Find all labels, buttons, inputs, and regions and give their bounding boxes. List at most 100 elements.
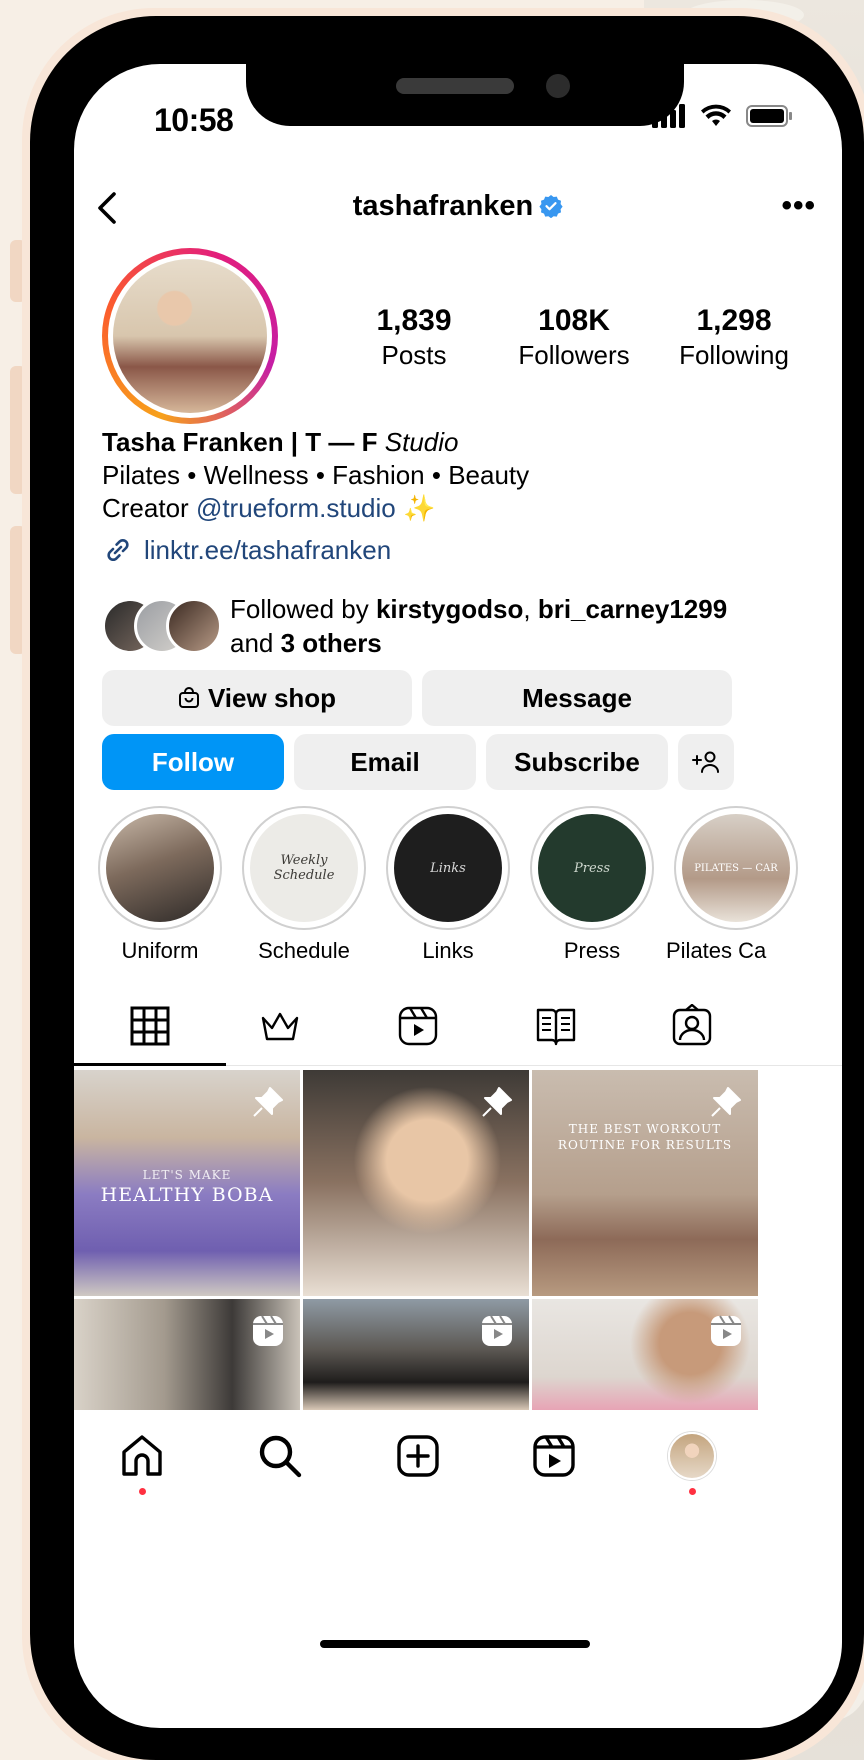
shopping-bag-icon xyxy=(178,687,199,708)
profile-display-name: Tasha Franken | T — F Studio xyxy=(102,426,802,459)
bio-handle-link[interactable]: @trueform.studio xyxy=(196,493,396,523)
view-shop-button[interactable]: View shop xyxy=(102,670,412,726)
post-tile[interactable] xyxy=(303,1070,529,1296)
verified-badge-icon xyxy=(539,195,563,218)
stat-label: Following xyxy=(679,340,789,370)
display-name-text: Tasha Franken | T — F xyxy=(102,427,378,457)
highlight-pilates[interactable]: PILATES — CAR Pilates Ca xyxy=(666,806,798,964)
reel-icon xyxy=(253,1315,283,1346)
link-icon xyxy=(107,538,129,562)
profile-nav-avatar[interactable] xyxy=(668,1432,716,1480)
highlight-cover: Links xyxy=(394,814,502,922)
highlight-cover: Weekly Schedule xyxy=(250,814,358,922)
follower-separator: , xyxy=(523,594,531,624)
post-overlay-small: LET'S MAKE xyxy=(142,1168,232,1182)
story-highlights: Uniform Weekly Schedule Schedule Links L… xyxy=(98,806,842,966)
profile-header: tashafranken ••• xyxy=(74,182,842,232)
more-options-icon[interactable]: ••• xyxy=(781,191,816,221)
view-shop-label: View shop xyxy=(207,682,337,713)
followed-by-prefix: Followed by xyxy=(230,594,369,624)
highlight-label: Press xyxy=(563,938,621,963)
reels-nav-icon[interactable] xyxy=(530,1432,578,1480)
highlight-schedule[interactable]: Weekly Schedule Schedule xyxy=(242,806,366,964)
bio-line-1: Pilates • Wellness • Fashion • Beauty xyxy=(102,460,530,490)
stat-value: 108K xyxy=(538,304,610,337)
avatar-image xyxy=(113,259,267,413)
status-time: 10:58 xyxy=(154,102,234,138)
pinned-icon xyxy=(711,1087,741,1117)
post-tile[interactable] xyxy=(74,1299,300,1410)
post-overlay-big: ROUTINE FOR RESULTS xyxy=(557,1138,733,1152)
stat-label: Posts xyxy=(381,340,447,370)
notch xyxy=(246,64,684,126)
highlight-press[interactable]: Press Press xyxy=(530,806,654,964)
guides-tab-icon[interactable] xyxy=(534,1004,578,1048)
post-overlay-big: HEALTHY BOBA xyxy=(100,1184,274,1206)
highlight-ring: Links xyxy=(386,806,510,930)
pinned-icon xyxy=(482,1087,512,1117)
sparkles-emoji: ✨ xyxy=(402,493,436,523)
home-icon[interactable] xyxy=(118,1432,166,1480)
post-tile[interactable] xyxy=(303,1299,529,1410)
highlight-ring xyxy=(98,806,222,930)
phone-frame: 10:58 tashafranken ••• 1,839 Posts 108K … xyxy=(22,8,864,1760)
email-button[interactable]: Email xyxy=(294,734,476,790)
bio-creator-text: Creator xyxy=(102,493,189,523)
home-indicator[interactable] xyxy=(320,1640,590,1648)
reel-icon xyxy=(482,1315,512,1346)
avatar-gap xyxy=(108,254,272,418)
highlight-cover xyxy=(106,814,214,922)
message-button[interactable]: Message xyxy=(422,670,732,726)
highlight-links[interactable]: Links Links xyxy=(386,806,510,964)
grid-tab-icon[interactable] xyxy=(128,1004,172,1048)
post-tile[interactable]: LET'S MAKE HEALTHY BOBA xyxy=(74,1070,300,1296)
front-camera xyxy=(546,74,570,98)
post-overlay-small: THE BEST WORKOUT xyxy=(568,1122,722,1136)
post-tile[interactable]: THE BEST WORKOUT ROUTINE FOR RESULTS xyxy=(532,1070,758,1296)
add-person-icon xyxy=(692,751,719,773)
search-icon[interactable] xyxy=(256,1432,304,1480)
link-text: linktr.ee/tashafranken xyxy=(144,534,392,565)
follower-avatar xyxy=(166,598,222,654)
highlight-ring: Press xyxy=(530,806,654,930)
username-text: tashafranken xyxy=(352,190,534,222)
followers-avatars xyxy=(102,598,222,656)
stat-label: Followers xyxy=(518,340,630,370)
subscriptions-crown-icon[interactable] xyxy=(258,1004,302,1048)
battery-icon xyxy=(746,105,792,127)
followed-by[interactable]: Followed by kirstygodso, bri_carney1299 … xyxy=(102,592,802,662)
create-post-icon[interactable] xyxy=(394,1432,442,1480)
bottom-navigation xyxy=(74,1410,842,1530)
profile-link[interactable]: linktr.ee/tashafranken xyxy=(102,534,391,566)
follower-name: kirstygodso xyxy=(375,594,524,624)
highlight-label: Uniform xyxy=(121,938,199,963)
home-notification-dot xyxy=(139,1488,146,1495)
reel-icon xyxy=(711,1315,741,1346)
stat-following[interactable]: 1,298 Following xyxy=(654,304,814,371)
highlight-cover: Press xyxy=(538,814,646,922)
speaker xyxy=(396,78,514,94)
stat-value: 1,298 xyxy=(696,304,772,337)
stat-followers[interactable]: 108K Followers xyxy=(494,304,654,371)
profile-avatar[interactable] xyxy=(102,248,278,424)
followed-by-text: Followed by kirstygodso, bri_carney1299 … xyxy=(230,592,727,660)
post-tile[interactable] xyxy=(532,1299,758,1410)
follow-button[interactable]: Follow xyxy=(102,734,284,790)
stat-value: 1,839 xyxy=(376,304,452,337)
highlight-label: Links xyxy=(422,938,474,963)
highlight-label: Pilates Ca xyxy=(666,938,767,963)
tagged-tab-icon[interactable] xyxy=(670,1004,714,1048)
wifi-icon xyxy=(701,104,731,126)
bio-line-2: Creator @trueform.studio ✨ xyxy=(102,492,802,525)
profile-stats: 1,839 Posts 108K Followers 1,298 Followi… xyxy=(334,304,814,371)
subscribe-button[interactable]: Subscribe xyxy=(486,734,668,790)
highlight-ring: Weekly Schedule xyxy=(242,806,366,930)
pinned-icon xyxy=(253,1087,283,1117)
profile-bio: Tasha Franken | T — F Studio Pilates • W… xyxy=(102,426,802,525)
suggested-users-button[interactable] xyxy=(678,734,734,790)
reels-tab-icon[interactable] xyxy=(396,1004,440,1048)
highlight-uniform[interactable]: Uniform xyxy=(98,806,222,964)
active-tab-indicator xyxy=(74,1063,226,1066)
stat-posts[interactable]: 1,839 Posts xyxy=(334,304,494,371)
followed-by-and: and xyxy=(230,628,274,658)
